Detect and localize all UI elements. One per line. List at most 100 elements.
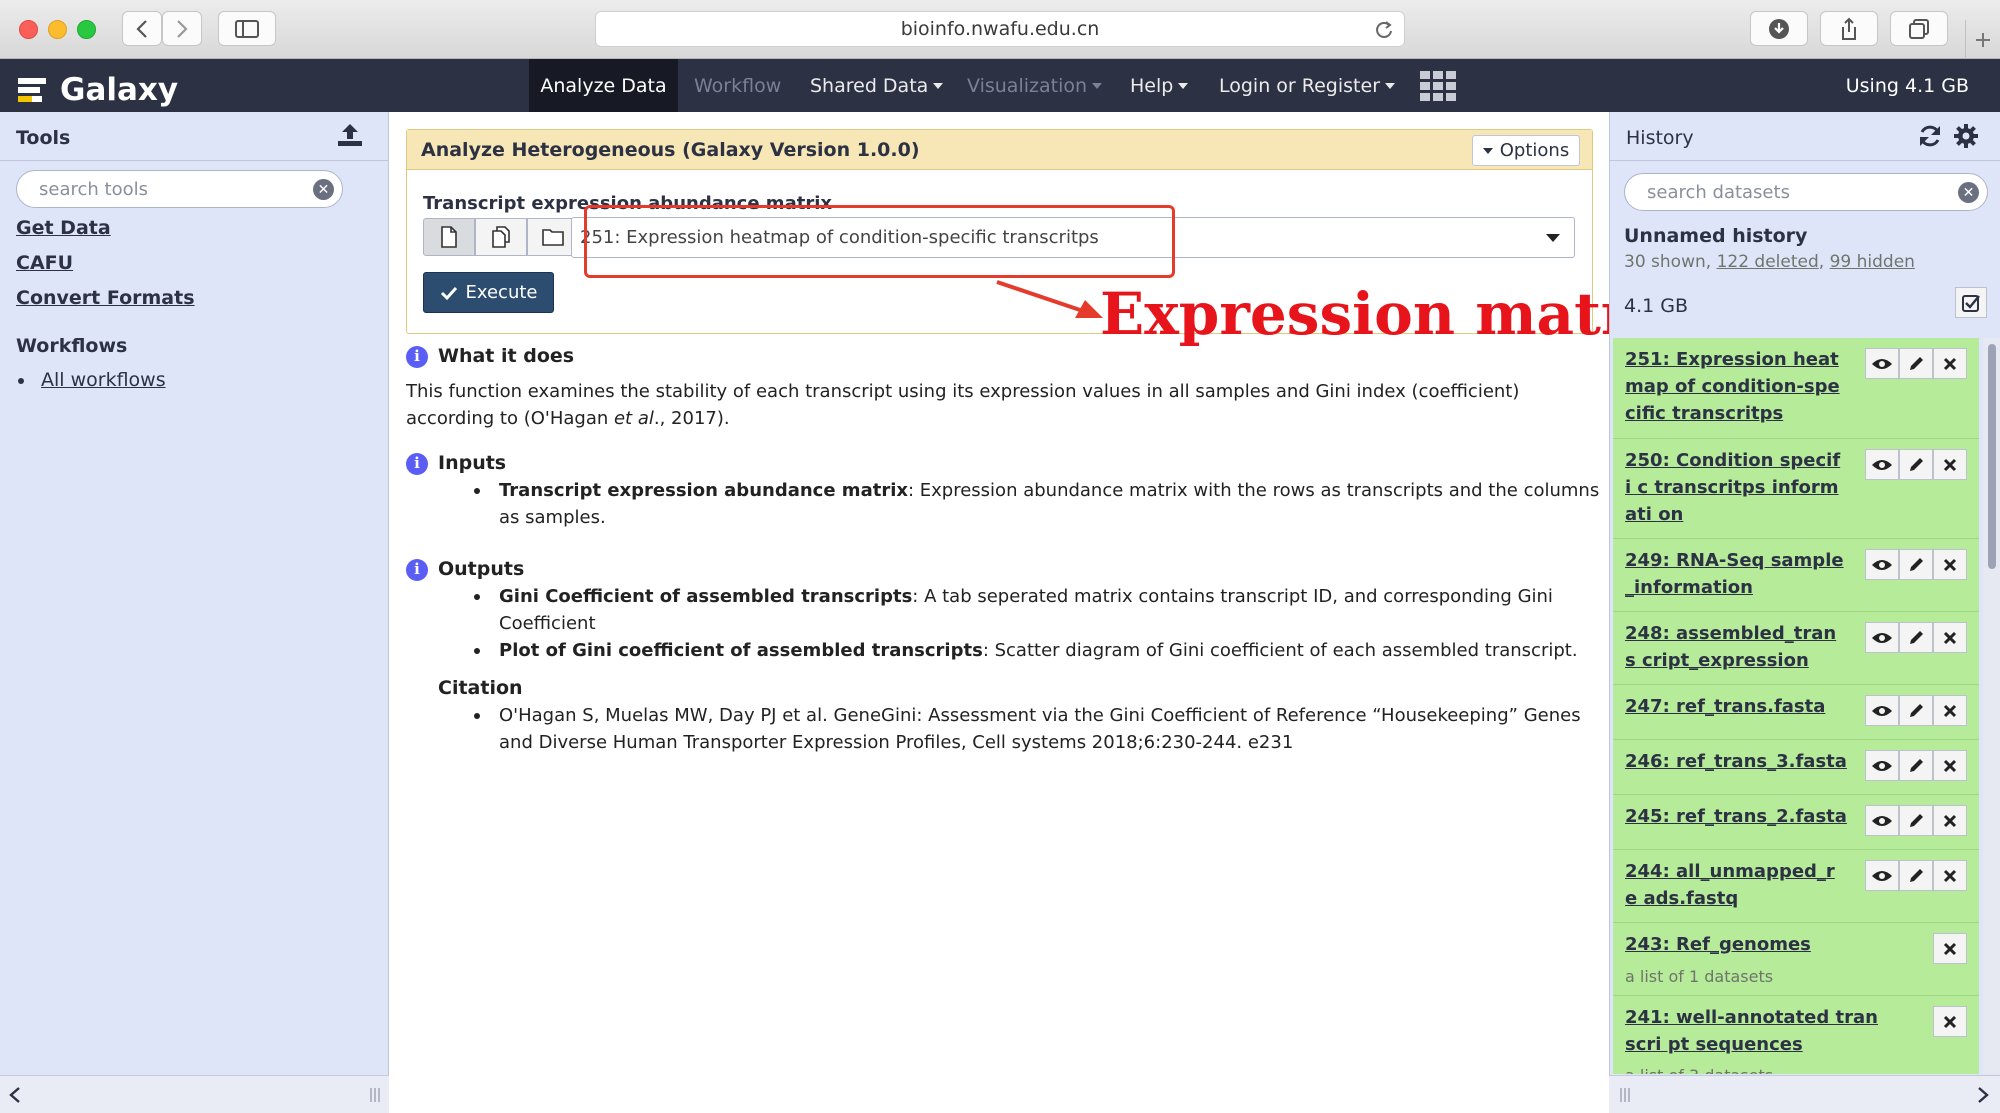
history-collection-item[interactable]: 241: well-annotated transcri pt sequence… — [1613, 996, 1979, 1074]
delete-dataset-button[interactable] — [1933, 805, 1967, 836]
history-item-name[interactable]: 245: ref_trans_2.fasta — [1625, 803, 1865, 830]
history-item[interactable]: 245: ref_trans_2.fasta — [1613, 795, 1979, 850]
drag-handle-icon[interactable] — [1619, 1088, 1631, 1102]
share-button[interactable] — [1820, 11, 1878, 46]
galaxy-brand[interactable]: Galaxy — [18, 72, 178, 108]
nav-analyze-data[interactable]: Analyze Data — [529, 59, 678, 112]
view-dataset-button[interactable] — [1865, 805, 1899, 836]
close-window-button[interactable] — [19, 20, 38, 39]
history-item-name[interactable]: 247: ref_trans.fasta — [1625, 693, 1865, 720]
history-item-name[interactable]: 248: assembled_trans cript_expression — [1625, 620, 1845, 674]
edit-dataset-button[interactable] — [1899, 549, 1933, 580]
edit-dataset-button[interactable] — [1899, 622, 1933, 653]
history-item-name[interactable]: 251: Expression heat map of condition-sp… — [1625, 346, 1845, 427]
chevron-left-icon[interactable] — [8, 1086, 22, 1104]
nav-shared-data[interactable]: Shared Data — [810, 59, 944, 112]
history-item[interactable]: 247: ref_trans.fasta — [1613, 685, 1979, 740]
edit-dataset-button[interactable] — [1899, 750, 1933, 781]
scrollbar-thumb[interactable] — [1988, 344, 1996, 569]
select-datasets-button[interactable] — [1955, 287, 1987, 318]
delete-dataset-button[interactable] — [1933, 750, 1967, 781]
history-name[interactable]: Unnamed history — [1624, 225, 1807, 247]
history-scrollbar[interactable] — [1983, 338, 2000, 1074]
eye-icon — [1872, 815, 1892, 826]
history-item-name[interactable]: 244: all_unmapped_re ads.fastq — [1625, 858, 1845, 912]
address-bar[interactable]: bioinfo.nwafu.edu.cn — [595, 11, 1405, 47]
new-tab-button[interactable] — [1965, 20, 2000, 59]
tool-section-get-data[interactable]: Get Data — [16, 217, 111, 239]
delete-dataset-button[interactable] — [1933, 695, 1967, 726]
grid-icon — [1420, 71, 1456, 101]
view-dataset-button[interactable] — [1865, 695, 1899, 726]
delete-dataset-button[interactable] — [1933, 860, 1967, 891]
delete-dataset-button[interactable] — [1933, 1006, 1967, 1037]
history-item[interactable]: 251: Expression heat map of condition-sp… — [1613, 338, 1979, 439]
options-button[interactable]: Options — [1472, 135, 1580, 166]
nav-login-register[interactable]: Login or Register — [1219, 59, 1395, 112]
nav-visualization[interactable]: Visualization — [967, 59, 1103, 112]
history-item[interactable]: 246: ref_trans_3.fasta — [1613, 740, 1979, 795]
scratchbook-button[interactable] — [1420, 71, 1456, 101]
history-item[interactable]: 248: assembled_trans cript_expression — [1613, 612, 1979, 685]
history-deleted-link[interactable]: 122 deleted — [1717, 252, 1819, 272]
gear-icon[interactable] — [1953, 123, 1979, 149]
single-dataset-button[interactable] — [423, 218, 475, 256]
view-dataset-button[interactable] — [1865, 750, 1899, 781]
history-item[interactable]: 249: RNA-Seq sample _information — [1613, 539, 1979, 612]
execute-button-label: Execute — [465, 282, 538, 303]
drag-handle-icon[interactable] — [369, 1088, 381, 1102]
edit-dataset-button[interactable] — [1899, 860, 1933, 891]
downloads-button[interactable] — [1750, 11, 1808, 46]
edit-dataset-button[interactable] — [1899, 695, 1933, 726]
nav-help[interactable]: Help — [1130, 59, 1189, 112]
forward-button[interactable] — [162, 11, 202, 46]
tool-section-cafu[interactable]: CAFU — [16, 252, 73, 274]
view-dataset-button[interactable] — [1865, 449, 1899, 480]
edit-dataset-button[interactable] — [1899, 449, 1933, 480]
sidebar-toggle-button[interactable] — [218, 11, 276, 46]
multiple-datasets-button[interactable] — [475, 218, 527, 256]
clear-search-icon[interactable]: ✕ — [313, 179, 334, 200]
back-button[interactable] — [122, 11, 162, 46]
maximize-window-button[interactable] — [77, 20, 96, 39]
history-item[interactable]: 244: all_unmapped_re ads.fastq — [1613, 850, 1979, 923]
history-item-name[interactable]: 249: RNA-Seq sample _information — [1625, 547, 1845, 601]
edit-dataset-button[interactable] — [1899, 805, 1933, 836]
history-item-name[interactable]: 246: ref_trans_3.fasta — [1625, 748, 1865, 775]
edit-dataset-button[interactable] — [1899, 348, 1933, 379]
view-dataset-button[interactable] — [1865, 622, 1899, 653]
delete-dataset-button[interactable] — [1933, 933, 1967, 964]
caret-down-icon — [1482, 147, 1493, 154]
history-item-name[interactable]: 250: Condition specifi c transcritps inf… — [1625, 447, 1845, 528]
citation-item: O'Hagan S, Muelas MW, Day PJ et al. Gene… — [406, 702, 1606, 756]
upload-button[interactable] — [336, 122, 364, 148]
view-dataset-button[interactable] — [1865, 549, 1899, 580]
view-dataset-button[interactable] — [1865, 860, 1899, 891]
all-workflows-link[interactable]: All workflows — [41, 369, 166, 391]
delete-dataset-button[interactable] — [1933, 449, 1967, 480]
pencil-icon — [1910, 703, 1923, 717]
history-item-buttons — [1865, 348, 1967, 379]
clear-search-icon[interactable]: ✕ — [1958, 182, 1979, 203]
browser-chrome: bioinfo.nwafu.edu.cn — [0, 0, 2000, 59]
tool-section-convert-formats[interactable]: Convert Formats — [16, 287, 195, 309]
delete-dataset-button[interactable] — [1933, 622, 1967, 653]
tabs-button[interactable] — [1890, 11, 1948, 46]
execute-button[interactable]: Execute — [423, 272, 554, 313]
history-item-name[interactable]: 241: well-annotated transcri pt sequence… — [1625, 1004, 1885, 1058]
right-collapse-bar — [1609, 1075, 2000, 1113]
minimize-window-button[interactable] — [48, 20, 67, 39]
refresh-icon[interactable] — [1917, 123, 1943, 149]
history-hidden-link[interactable]: 99 hidden — [1830, 252, 1915, 272]
view-dataset-button[interactable] — [1865, 348, 1899, 379]
history-collection-item[interactable]: 243: Ref_genomes a list of 1 datasets — [1613, 923, 1979, 996]
history-item-name[interactable]: 243: Ref_genomes — [1625, 931, 1885, 958]
nav-workflow[interactable]: Workflow — [694, 59, 781, 112]
chevron-right-icon[interactable] — [1976, 1086, 1990, 1104]
tool-search-input[interactable]: search tools ✕ — [16, 170, 343, 208]
reload-icon[interactable] — [1374, 20, 1394, 40]
delete-dataset-button[interactable] — [1933, 549, 1967, 580]
history-item[interactable]: 250: Condition specifi c transcritps inf… — [1613, 439, 1979, 539]
delete-dataset-button[interactable] — [1933, 348, 1967, 379]
dataset-search-input[interactable]: search datasets ✕ — [1624, 173, 1988, 211]
